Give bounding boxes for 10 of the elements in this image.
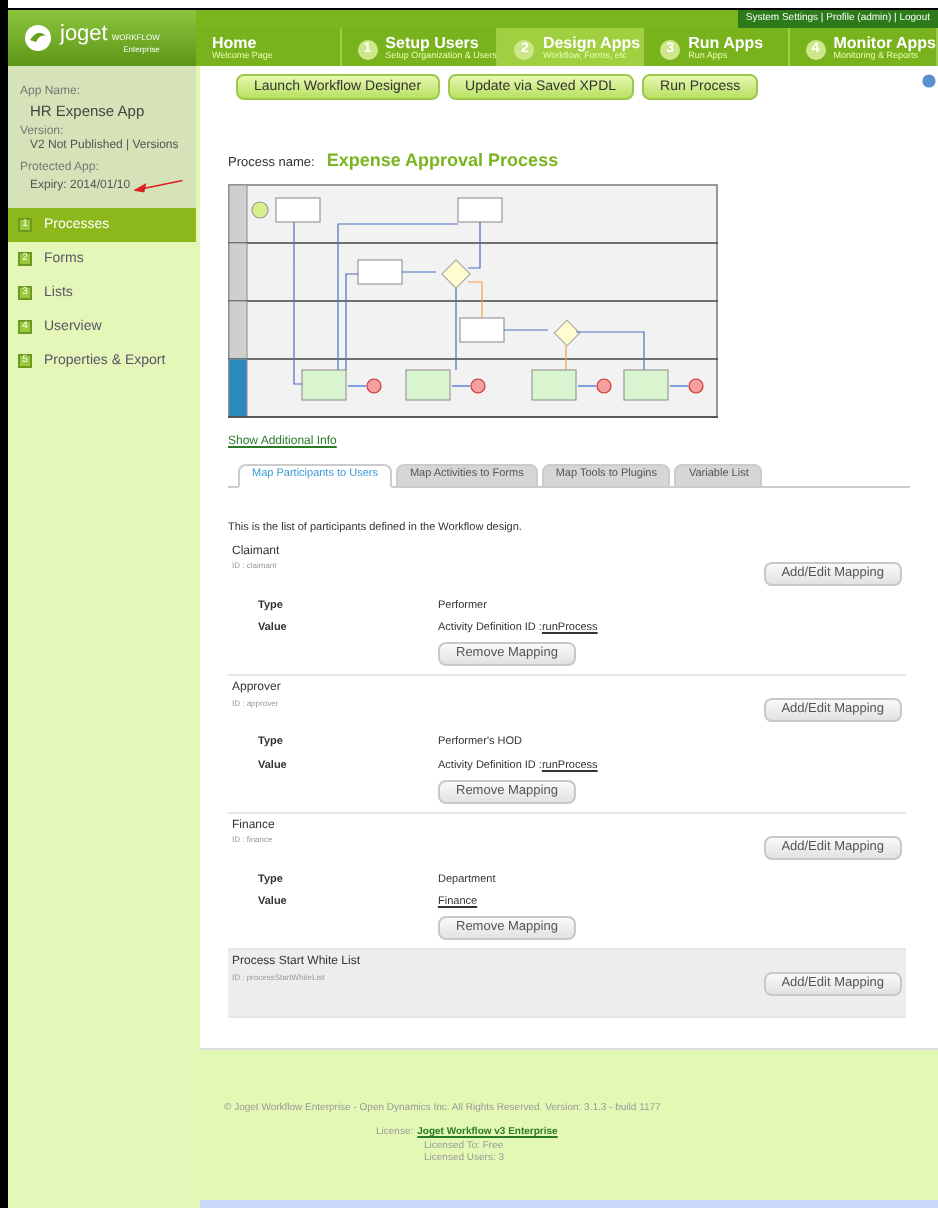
step-title: Setup Users [385,35,479,51]
step-title: Monitor Apps [833,35,936,51]
pointer-arrow-icon [134,176,184,197]
process-name: Expense Approval Process [326,148,559,174]
step-title: Home [212,35,259,51]
logo-icon [24,24,52,52]
help-icon[interactable] [922,74,936,88]
step-title: Design Apps [542,35,641,51]
logo-name: joget [60,23,108,45]
step-title: Run Apps [688,35,764,51]
